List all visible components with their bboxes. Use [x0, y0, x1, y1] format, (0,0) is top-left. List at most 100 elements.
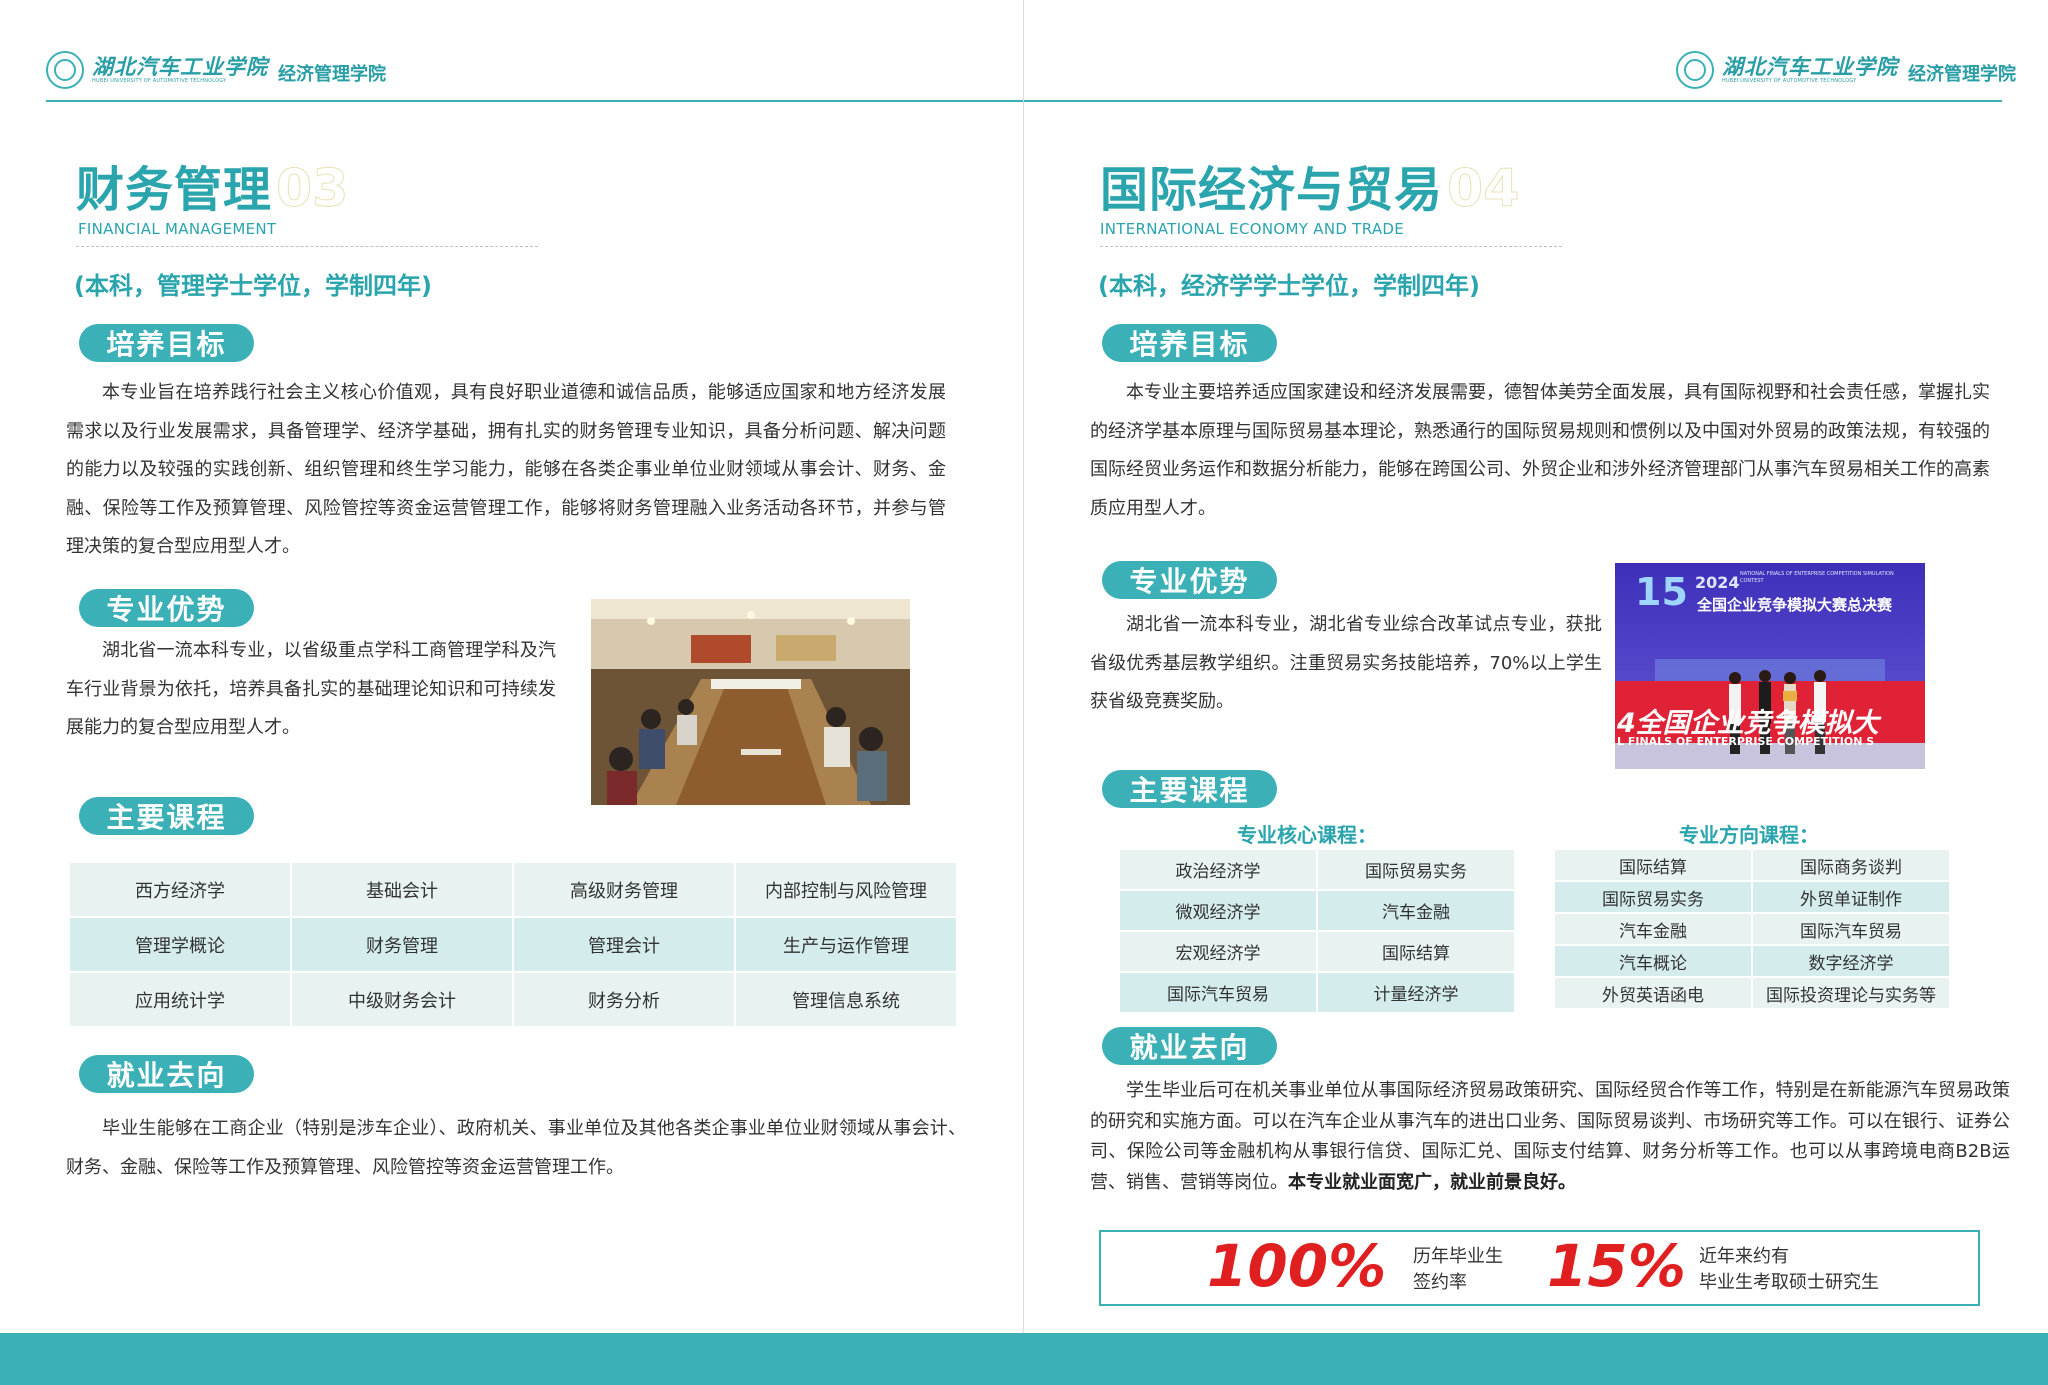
stat-label-line: 签约率: [1413, 1272, 1467, 1293]
major-number: 03: [276, 159, 349, 220]
table-cell: 微观经济学: [1120, 891, 1316, 930]
table-cell: 数字经济学: [1753, 946, 1949, 976]
section-goal: 培养目标: [1102, 324, 1277, 362]
table-cell: 应用统计学: [70, 973, 290, 1026]
table-cell: 宏观经济学: [1120, 932, 1316, 971]
table-row: 微观经济学 汽车金融: [1120, 891, 1514, 930]
core-courses-head: 专业核心课程：: [1237, 823, 1377, 847]
header-logo-left: 湖北汽车工业学院 HUBEI UNIVERSITY OF AUTOMOTIVE …: [46, 50, 386, 90]
table-cell: 国际贸易实务: [1555, 882, 1751, 912]
stat-label-line: 近年来约有: [1699, 1246, 1789, 1267]
course-table: 西方经济学 基础会计 高级财务管理 内部控制与风险管理 管理学概论 财务管理 管…: [68, 861, 958, 1028]
stat-label: 近年来约有 毕业生考取硕士研究生: [1699, 1244, 1879, 1296]
stats-box: 100% 历年毕业生 签约率 15% 近年来约有 毕业生考取硕士研究生: [1099, 1230, 1980, 1306]
table-row: 国际贸易实务 外贸单证制作: [1555, 882, 1949, 912]
title-divider: [76, 246, 538, 247]
section-courses: 主要课程: [1102, 770, 1277, 808]
college-name: 经济管理学院: [278, 64, 386, 85]
table-cell: 国际汽车贸易: [1120, 973, 1316, 1012]
table-cell: 计量经济学: [1318, 973, 1514, 1012]
direction-course-table: 国际结算 国际商务谈判 国际贸易实务 外贸单证制作 汽车金融 国际汽车贸易 汽车…: [1553, 848, 1951, 1010]
title-divider: [1100, 246, 1562, 247]
stat-value: 15%: [1547, 1232, 1686, 1300]
right-page: 湖北汽车工业学院 HUBEI UNIVERSITY OF AUTOMOTIVE …: [1024, 0, 2048, 1335]
table-cell: 国际汽车贸易: [1753, 914, 1949, 944]
meeting-photo: [591, 599, 910, 805]
career-paragraph: 毕业生能够在工商企业（特别是涉车企业）、政府机关、事业单位及其他各类企事业单位业…: [66, 1118, 966, 1178]
section-advantage: 专业优势: [1102, 561, 1277, 599]
table-cell: 国际结算: [1318, 932, 1514, 971]
table-cell: 汽车金融: [1318, 891, 1514, 930]
table-cell: 管理会计: [514, 918, 734, 971]
table-cell: 内部控制与风险管理: [736, 863, 956, 916]
major-title: 财务管理: [76, 162, 273, 218]
contest-heading: 全国企业竞争模拟大赛总决赛: [1697, 596, 1893, 614]
table-row: 管理学概论 财务管理 管理会计 生产与运作管理: [70, 918, 956, 971]
header-rule: [1024, 100, 2002, 102]
table-cell: 中级财务会计: [292, 973, 512, 1026]
table-row: 国际汽车贸易 计量经济学: [1120, 973, 1514, 1012]
table-cell: 政治经济学: [1120, 850, 1316, 889]
table-cell: 外贸单证制作: [1753, 882, 1949, 912]
section-advantage: 专业优势: [79, 589, 254, 627]
major-title-en: INTERNATIONAL ECONOMY AND TRADE: [1100, 220, 1405, 238]
career-paragraph: 学生毕业后可在机关事业单位从事国际经济贸易政策研究、国际经贸合作等工作，特别是在…: [1090, 1076, 2010, 1198]
table-row: 宏观经济学 国际结算: [1120, 932, 1514, 971]
table-row: 汽车金融 国际汽车贸易: [1555, 914, 1949, 944]
core-course-table: 政治经济学 国际贸易实务 微观经济学 汽车金融 宏观经济学 国际结算 国际汽车贸…: [1118, 848, 1516, 1014]
stat-label-line: 历年毕业生: [1413, 1246, 1503, 1267]
major-title-en: FINANCIAL MANAGEMENT: [78, 220, 277, 238]
goal-paragraph: 本专业主要培养适应国家建设和经济发展需要，德智体美劳全面发展，具有国际视野和社会…: [1090, 382, 1990, 519]
advantage-paragraph: 湖北省一流本科专业，湖北省专业综合改革试点专业，获批省级优秀基层教学组织。注重贸…: [1090, 614, 1602, 712]
stat-value: 100%: [1207, 1232, 1387, 1300]
table-row: 政治经济学 国际贸易实务: [1120, 850, 1514, 889]
section-courses: 主要课程: [79, 797, 254, 835]
table-row: 汽车概论 数字经济学: [1555, 946, 1949, 976]
contest-en: NATIONAL FINALS OF ENTERPRISE COMPETITIO…: [1740, 571, 1894, 584]
table-cell: 管理学概论: [70, 918, 290, 971]
stat-label-line: 毕业生考取硕士研究生: [1699, 1272, 1879, 1293]
contest-red-band-en: L FINALS OF ENTERPRISE COMPETITION S: [1617, 735, 1875, 748]
section-career: 就业去向: [79, 1055, 254, 1093]
contest-year: 2024: [1695, 573, 1740, 592]
section-goal: 培养目标: [79, 324, 254, 362]
header-rule: [46, 100, 1024, 102]
college-name: 经济管理学院: [1908, 64, 2016, 85]
header-logo-right: 湖北汽车工业学院 HUBEI UNIVERSITY OF AUTOMOTIVE …: [1676, 50, 2016, 90]
table-cell: 财务管理: [292, 918, 512, 971]
table-cell: 国际商务谈判: [1753, 850, 1949, 880]
contest-photo: 15 2024 NATIONAL FINALS OF ENTERPRISE CO…: [1615, 563, 1925, 769]
university-name: 湖北汽车工业学院: [1722, 55, 1898, 79]
table-cell: 汽车金融: [1555, 914, 1751, 944]
direction-courses-head: 专业方向课程：: [1679, 823, 1819, 847]
svg-text:15: 15: [1635, 570, 1688, 614]
major-title: 国际经济与贸易: [1100, 162, 1444, 218]
table-cell: 管理信息系统: [736, 973, 956, 1026]
table-row: 国际结算 国际商务谈判: [1555, 850, 1949, 880]
table-row: 外贸英语函电 国际投资理论与实务等: [1555, 978, 1949, 1008]
career-highlight: 本专业就业面宽广，就业前景良好。: [1288, 1171, 1576, 1193]
section-career: 就业去向: [1102, 1027, 1277, 1065]
table-cell: 外贸英语函电: [1555, 978, 1751, 1008]
bottom-band: [0, 1333, 2048, 1385]
degree-info: (本科，管理学士学位，学制四年): [74, 272, 432, 300]
table-row: 西方经济学 基础会计 高级财务管理 内部控制与风险管理: [70, 863, 956, 916]
university-name-en: HUBEI UNIVERSITY OF AUTOMOTIVE TECHNOLOG…: [1722, 78, 1857, 84]
left-page: 湖北汽车工业学院 HUBEI UNIVERSITY OF AUTOMOTIVE …: [0, 0, 1024, 1335]
university-seal-icon: [46, 51, 84, 89]
university-name-en: HUBEI UNIVERSITY OF AUTOMOTIVE TECHNOLOG…: [92, 78, 227, 84]
table-cell: 汽车概论: [1555, 946, 1751, 976]
table-cell: 生产与运作管理: [736, 918, 956, 971]
table-row: 应用统计学 中级财务会计 财务分析 管理信息系统: [70, 973, 956, 1026]
table-cell: 基础会计: [292, 863, 512, 916]
stat-label: 历年毕业生 签约率: [1413, 1244, 1503, 1296]
table-cell: 国际结算: [1555, 850, 1751, 880]
table-cell: 财务分析: [514, 973, 734, 1026]
table-cell: 国际贸易实务: [1318, 850, 1514, 889]
table-cell: 国际投资理论与实务等: [1753, 978, 1949, 1008]
advantage-paragraph: 湖北省一流本科专业，以省级重点学科工商管理学科及汽车行业背景为依托，培养具备扎实…: [66, 640, 556, 738]
major-number: 04: [1447, 159, 1520, 220]
university-name: 湖北汽车工业学院: [92, 55, 268, 79]
degree-info: (本科，经济学学士学位，学制四年): [1098, 272, 1480, 300]
goal-paragraph: 本专业旨在培养践行社会主义核心价值观，具有良好职业道德和诚信品质，能够适应国家和…: [66, 382, 946, 557]
